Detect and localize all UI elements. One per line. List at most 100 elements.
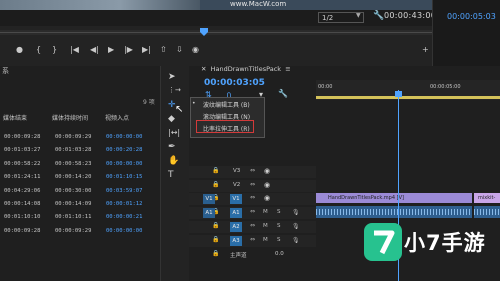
sequence-timecode[interactable]: 00:00:03:05 bbox=[204, 78, 265, 88]
right-panel-timecode[interactable]: 00:00:05:03 bbox=[447, 12, 496, 21]
solo-button[interactable]: S bbox=[277, 237, 281, 243]
source-patch-v1[interactable]: V1 bbox=[203, 194, 215, 204]
panel-title: 系 bbox=[2, 67, 9, 75]
scrubber-track bbox=[0, 32, 432, 33]
microphone-icon[interactable]: 🎙 bbox=[292, 223, 300, 230]
track-label-v1[interactable]: V1 bbox=[230, 194, 242, 204]
column-header-video-in[interactable]: 视频入点 bbox=[105, 113, 129, 122]
source-patch-a1[interactable]: A1 bbox=[203, 208, 215, 218]
mute-button[interactable]: M bbox=[263, 209, 268, 215]
wrench-icon[interactable]: 🔧 bbox=[373, 11, 384, 21]
track-select-tool-icon[interactable]: ⋮→ bbox=[168, 86, 181, 94]
lock-icon[interactable]: 🔒 bbox=[212, 222, 219, 229]
go-to-in-icon[interactable]: |◀ bbox=[70, 45, 79, 54]
table-cell: 00:00:09:29 bbox=[55, 134, 92, 140]
table-cell: 00:00:09:28 bbox=[4, 227, 41, 234]
sync-lock-icon[interactable]: ⇔ bbox=[250, 194, 255, 201]
table-cell: 00:00:00:00 bbox=[106, 160, 143, 167]
mark-in-icon[interactable]: { bbox=[36, 45, 41, 54]
master-track-value[interactable]: 0.0 bbox=[275, 251, 284, 257]
step-forward-icon[interactable]: |▶ bbox=[124, 45, 133, 54]
hand-tool-icon[interactable]: ✋ bbox=[168, 156, 179, 166]
type-tool-icon[interactable]: T bbox=[168, 170, 174, 180]
mute-button[interactable]: M bbox=[263, 223, 268, 229]
table-cell: 00:00:14:08 bbox=[4, 201, 41, 207]
item-count: 9 项 bbox=[143, 99, 155, 106]
program-timecode[interactable]: 00:00:43:00 bbox=[384, 11, 436, 20]
lock-icon[interactable]: 🔒 bbox=[212, 167, 219, 174]
playhead-handle[interactable] bbox=[395, 91, 402, 97]
mouse-pointer-icon: ↖ bbox=[175, 104, 184, 115]
sync-lock-icon[interactable]: ⇔ bbox=[250, 236, 255, 243]
table-cell: 00:01:10:10 bbox=[4, 214, 41, 221]
work-area-bar[interactable] bbox=[316, 96, 500, 99]
table-cell: 00:04:29:06 bbox=[4, 187, 41, 194]
add-button-icon[interactable]: + bbox=[422, 45, 429, 54]
add-marker-icon[interactable]: ● bbox=[16, 45, 23, 54]
slip-tool-icon[interactable]: |↔| bbox=[168, 128, 180, 137]
table-cell: 00:00:58:22 bbox=[4, 160, 41, 167]
solo-button[interactable]: S bbox=[277, 223, 281, 229]
track-label-a1[interactable]: A1 bbox=[230, 208, 242, 218]
table-cell: 00:00:14:09 bbox=[55, 201, 92, 207]
menu-item-ripple-edit[interactable]: 波纹编辑工具 (B) bbox=[203, 100, 250, 109]
audio-waveform bbox=[316, 209, 472, 215]
site-watermark: www.MacW.com bbox=[230, 0, 287, 8]
video-clip[interactable]: mixkit- bbox=[474, 193, 500, 203]
sync-lock-icon[interactable]: ⇔ bbox=[250, 208, 255, 215]
table-cell: 00:01:03:27 bbox=[4, 147, 41, 154]
track-label-a3[interactable]: A3 bbox=[230, 236, 242, 246]
extract-icon[interactable]: ⇩ bbox=[176, 45, 183, 54]
timeline-settings-icon[interactable]: 🔧 bbox=[278, 89, 288, 98]
video-preview bbox=[0, 0, 432, 10]
eye-icon[interactable]: ◉ bbox=[264, 194, 270, 202]
video-clip[interactable]: HandDrawnTitlesPack.mp4 [V] bbox=[316, 193, 472, 203]
solo-button[interactable]: S bbox=[277, 209, 281, 215]
export-frame-icon[interactable]: ◉ bbox=[192, 45, 199, 54]
track-label-a2[interactable]: A2 bbox=[230, 222, 242, 232]
column-header-media-duration[interactable]: 媒体持续时间 bbox=[52, 113, 88, 122]
video-frame bbox=[0, 0, 200, 10]
audio-clip[interactable] bbox=[474, 206, 500, 218]
track-label-v2: V2 bbox=[233, 182, 241, 188]
play-icon[interactable]: ▶ bbox=[108, 45, 114, 54]
menu-highlight-box bbox=[196, 120, 254, 133]
lock-icon[interactable]: 🔒 bbox=[212, 181, 219, 188]
table-cell: 00:00:20:28 bbox=[106, 147, 143, 154]
lock-icon[interactable]: 🔒 bbox=[212, 250, 219, 257]
table-cell: 00:03:59:07 bbox=[106, 187, 143, 194]
sync-lock-icon[interactable]: ⇔ bbox=[250, 181, 255, 188]
pen-tool-icon[interactable]: ✒ bbox=[168, 142, 176, 152]
microphone-icon[interactable]: 🎙 bbox=[292, 237, 300, 244]
sequence-tab[interactable]: ✕ HandDrawnTitlesPack ≡ bbox=[201, 65, 291, 73]
table-cell: 00:00:00:00 bbox=[106, 134, 143, 140]
brand-watermark-text: 小7手游 bbox=[404, 231, 486, 255]
chevron-down-icon: ▼ bbox=[356, 12, 361, 19]
selection-tool-icon[interactable]: ➤ bbox=[168, 72, 176, 82]
step-back-icon[interactable]: ◀| bbox=[90, 45, 99, 54]
microphone-icon[interactable]: 🎙 bbox=[292, 209, 300, 216]
audio-clip[interactable] bbox=[316, 206, 472, 218]
track-label-v3: V3 bbox=[233, 168, 241, 174]
sync-lock-icon[interactable]: ⇔ bbox=[250, 222, 255, 229]
table-cell: 00:00:00:00 bbox=[106, 227, 143, 234]
column-header-media-end[interactable]: 媒体结束 bbox=[3, 113, 27, 122]
mark-out-icon[interactable]: } bbox=[52, 45, 57, 54]
table-cell: 00:00:01:12 bbox=[106, 201, 143, 207]
sync-lock-icon[interactable]: ⇔ bbox=[250, 167, 255, 174]
sequence-tab-label: HandDrawnTitlesPack bbox=[210, 65, 282, 73]
go-to-out-icon[interactable]: ▶| bbox=[142, 45, 151, 54]
lock-icon[interactable]: 🔒 bbox=[212, 236, 219, 243]
table-cell: 00:00:09:29 bbox=[55, 227, 92, 234]
ruler-start-label: 00:00 bbox=[318, 84, 333, 90]
monitor-status-bar bbox=[0, 10, 432, 26]
eye-icon[interactable]: ◉ bbox=[264, 181, 270, 189]
bullet-icon: • bbox=[192, 100, 196, 107]
scrubber-playhead-icon[interactable] bbox=[200, 28, 208, 36]
table-cell: 00:01:03:28 bbox=[55, 147, 92, 154]
mute-button[interactable]: M bbox=[263, 237, 268, 243]
lift-icon[interactable]: ⇧ bbox=[160, 45, 167, 54]
table-cell: 00:00:14:20 bbox=[55, 174, 92, 181]
eye-icon[interactable]: ◉ bbox=[264, 167, 270, 175]
razor-tool-icon[interactable]: ◆ bbox=[168, 114, 175, 124]
